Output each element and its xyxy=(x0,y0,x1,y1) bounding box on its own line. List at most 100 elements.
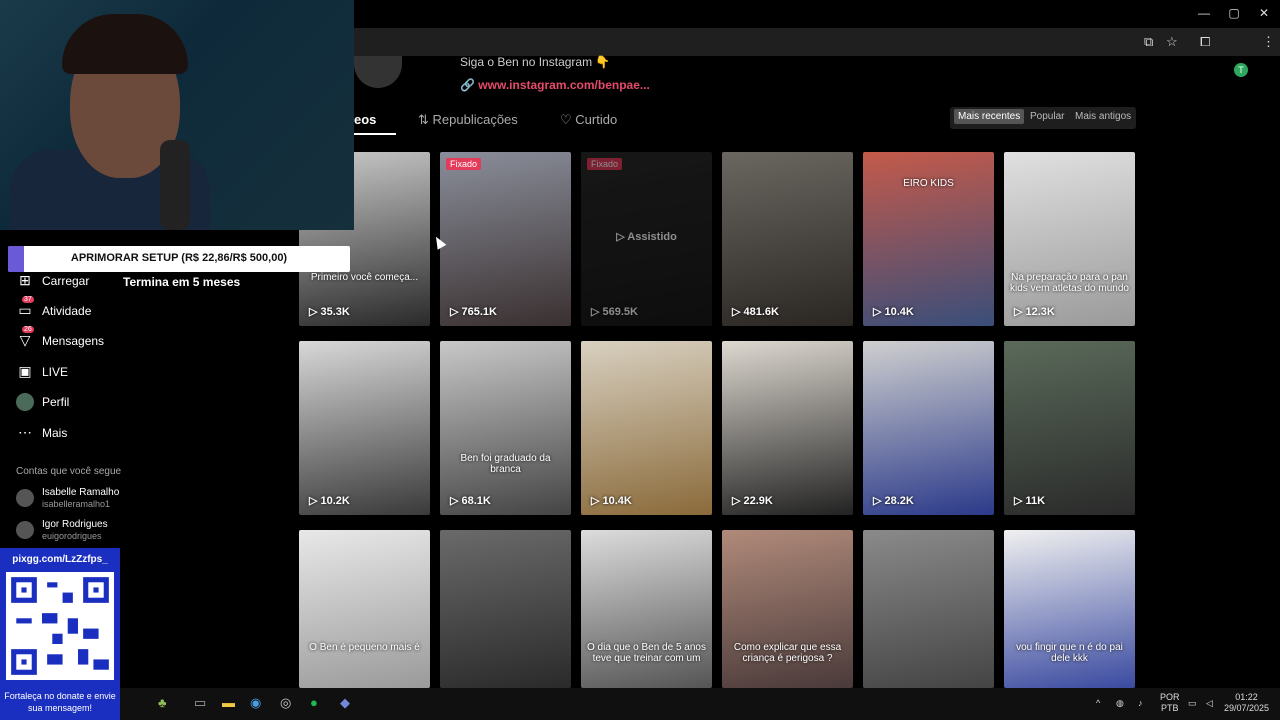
play-icon: ▷ xyxy=(732,306,744,318)
following-account[interactable]: Isabelle Ramalho isabelleramalho1 xyxy=(16,487,156,513)
view-count: ▷ 12.3K xyxy=(1014,306,1055,318)
restore-button[interactable]: ▢ xyxy=(1226,6,1242,20)
view-count: ▷ 22.9K xyxy=(732,495,773,507)
view-count: ▷ 11K xyxy=(1014,495,1046,507)
watched-label: ▷ Assistido xyxy=(616,231,677,243)
video-caption: Primeiro você começa... xyxy=(310,272,419,283)
video-caption: Como explicar que essa criança é perigos… xyxy=(733,642,842,664)
video-thumbnail[interactable] xyxy=(440,530,571,688)
play-icon: ▷ xyxy=(450,306,462,318)
taskbar: ♣ ▭ ▬ ◉ ◎ ● ◆ ^ ◍ ♪ POR PTB ▭ ◁ 01:22 29/0… xyxy=(120,688,1280,720)
following-account[interactable]: Igor Rodrigues euigorodrigues xyxy=(16,519,156,545)
tab-videos[interactable]: eos xyxy=(354,112,376,127)
messages-badge: 26 xyxy=(22,326,34,333)
video-thumbnail[interactable]: vou fingir que n é do pai dele kkk xyxy=(1004,530,1135,688)
discord-icon[interactable]: ◆ xyxy=(340,695,350,711)
video-thumbnail[interactable]: Na preparação para o pan kids vem atleta… xyxy=(1004,152,1135,326)
browser-menu-icon[interactable]: ⋮ xyxy=(1262,34,1275,50)
video-thumbnail[interactable]: O dia que o Ben de 5 anos teve que trein… xyxy=(581,530,712,688)
video-caption: EIRO KIDS xyxy=(903,178,954,189)
extensions-icon[interactable]: ⧠ xyxy=(1200,34,1210,50)
upload-icon: ⊞ xyxy=(19,272,31,288)
video-thumbnail[interactable]: EIRO KIDS ▷ 10.4K xyxy=(863,152,994,326)
webcam-overlay xyxy=(0,0,354,230)
video-thumbnail[interactable]: ▷ 22.9K xyxy=(722,341,853,515)
view-count: ▷ 28.2K xyxy=(873,495,914,507)
live-icon: ▣ xyxy=(18,363,32,379)
video-thumbnail[interactable]: O Ben é pequeno mais é xyxy=(299,530,430,688)
clock[interactable]: 01:22 29/07/2025 xyxy=(1224,692,1269,714)
video-thumbnail[interactable]: Fixado ▷ 765.1K xyxy=(440,152,571,326)
pinned-badge: Fixado xyxy=(587,158,623,170)
sidebar-item-live[interactable]: ▣ LIVE xyxy=(16,363,156,385)
speaker-icon[interactable]: ◁ xyxy=(1206,698,1213,709)
video-thumbnail[interactable]: Ben foi graduado da branca ▷ 68.1K xyxy=(440,341,571,515)
heart-icon: ♡ xyxy=(560,112,576,127)
sidebar-item-profile[interactable]: Perfil xyxy=(16,393,156,415)
bookmark-star-icon[interactable]: ☆ xyxy=(1166,34,1178,50)
sort-popular-button[interactable]: Popular xyxy=(1030,111,1064,122)
view-count: ▷ 68.1K xyxy=(450,495,491,507)
view-count: ▷ 569.5K xyxy=(591,306,638,318)
play-icon: ▷ xyxy=(309,495,321,507)
chevron-up-icon[interactable]: ^ xyxy=(1096,698,1100,709)
avatar xyxy=(16,489,34,507)
video-thumbnail[interactable] xyxy=(863,530,994,688)
profile-avatar[interactable] xyxy=(354,56,402,88)
view-count: ▷ 35.3K xyxy=(309,306,350,318)
play-icon: ▷ xyxy=(591,306,603,318)
profile-bio: Siga o Ben no Instagram 👇 xyxy=(460,55,611,69)
minimize-button[interactable]: — xyxy=(1196,6,1212,20)
tab-liked[interactable]: ♡ Curtido xyxy=(560,112,617,128)
tab-reposts[interactable]: ⇅ Republicações xyxy=(418,112,518,128)
play-icon: ▷ xyxy=(1014,306,1026,318)
language-indicator[interactable]: POR PTB xyxy=(1160,692,1180,714)
sort-selector: Mais recentes Popular Mais antigos xyxy=(950,107,1136,129)
video-caption: O Ben é pequeno mais é xyxy=(309,642,420,653)
sidebar-item-activity[interactable]: ▭ 37 Atividade xyxy=(16,296,156,324)
video-thumbnail[interactable]: Fixado ▷ Assistido ▷ 569.5K xyxy=(581,152,712,326)
play-icon: ▷ xyxy=(873,306,885,318)
qr-code xyxy=(6,572,114,680)
video-thumbnail[interactable]: ▷ 481.6K xyxy=(722,152,853,326)
taskview-icon[interactable]: ▭ xyxy=(194,695,206,711)
display-icon[interactable]: ▭ xyxy=(1188,698,1197,709)
video-caption: Ben foi graduado da branca xyxy=(460,453,551,475)
avatar xyxy=(16,521,34,539)
chrome-icon[interactable]: ◉ xyxy=(250,695,261,711)
sidebar-item-more[interactable]: ⋯ Mais xyxy=(16,424,156,446)
video-thumbnail[interactable]: ▷ 11K xyxy=(1004,341,1135,515)
video-caption: O dia que o Ben de 5 anos teve que trein… xyxy=(587,642,706,664)
sort-recent-button[interactable]: Mais recentes xyxy=(954,109,1025,124)
plant-icon[interactable]: ♣ xyxy=(158,695,167,710)
install-app-icon[interactable]: ⧉ xyxy=(1144,34,1153,50)
following-heading: Contas que você segue xyxy=(16,466,122,477)
browser-profile-avatar[interactable]: T xyxy=(1234,63,1248,77)
video-thumbnail[interactable]: ▷ 10.4K xyxy=(581,341,712,515)
donation-qr-panel: pixgg.com/LzZzfps_ Fortaleça no donate e… xyxy=(0,548,120,720)
sidebar-item-messages[interactable]: ▽ 26 Mensagens xyxy=(16,326,156,354)
play-icon: ▷ xyxy=(309,306,321,318)
close-button[interactable]: ✕ xyxy=(1256,6,1272,20)
sort-oldest-button[interactable]: Mais antigos xyxy=(1075,111,1131,122)
video-thumbnail[interactable]: ▷ 10.2K xyxy=(299,341,430,515)
repost-icon: ⇅ xyxy=(418,112,433,127)
obs-icon[interactable]: ◎ xyxy=(280,695,291,711)
pinned-badge: Fixado xyxy=(446,158,482,170)
sidebar-item-upload[interactable]: ⊞ Carregar xyxy=(16,272,156,294)
network-icon[interactable]: ◍ xyxy=(1116,698,1124,709)
video-thumbnail[interactable]: Como explicar que essa criança é perigos… xyxy=(722,530,853,688)
donation-goal-bar: APRIMORAR SETUP (R$ 22,86/R$ 500,00) xyxy=(8,246,350,272)
mic-icon[interactable]: ♪ xyxy=(1138,698,1143,709)
spotify-icon[interactable]: ● xyxy=(310,695,318,710)
microphone xyxy=(160,140,190,230)
play-icon: ▷ xyxy=(1014,495,1026,507)
folder-icon[interactable]: ▬ xyxy=(222,695,235,710)
play-icon: ▷ xyxy=(450,495,462,507)
play-icon: ▷ xyxy=(732,495,744,507)
profile-link[interactable]: 🔗 www.instagram.com/benpae... xyxy=(460,78,650,92)
play-icon: ▷ xyxy=(591,495,603,507)
view-count: ▷ 10.4K xyxy=(873,306,914,318)
video-thumbnail[interactable]: ▷ 28.2K xyxy=(863,341,994,515)
view-count: ▷ 10.2K xyxy=(309,495,350,507)
